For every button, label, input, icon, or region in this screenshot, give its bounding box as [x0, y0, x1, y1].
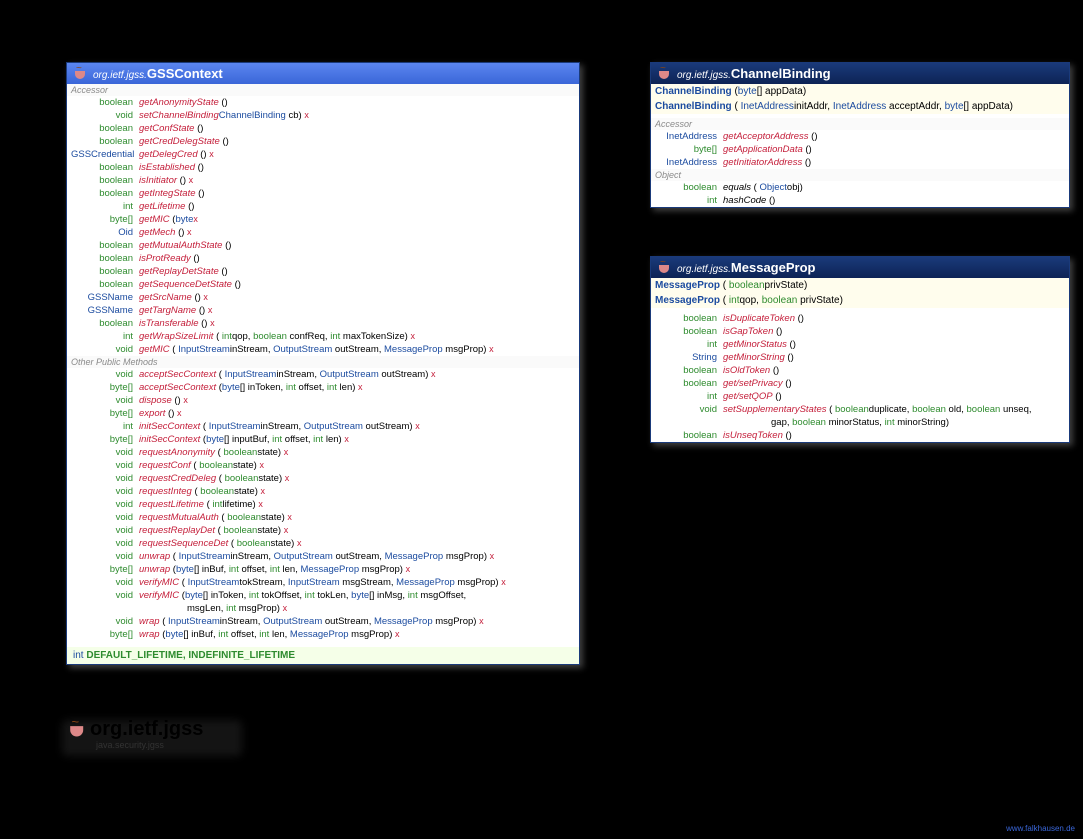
- method-row: voidverifyMIC ( InputStreamtokStream, In…: [67, 576, 579, 589]
- method-row: voidwrap ( InputStreaminStream, OutputSt…: [67, 615, 579, 628]
- method-row: intgetWrapSizeLimit ( intqop, boolean co…: [67, 330, 579, 343]
- pkg-label: org.ietf.jgss.: [677, 70, 731, 81]
- constructor-row: MessageProp ( intqop, boolean privState): [651, 293, 1069, 308]
- section-accessor: Accessor: [651, 118, 1069, 130]
- method-row: inthashCode (): [651, 194, 1069, 207]
- method-row: booleangetReplayDetState (): [67, 265, 579, 278]
- method-row: voidacceptSecContext ( InputStreaminStre…: [67, 368, 579, 381]
- method-row: booleanisDuplicateToken (): [651, 312, 1069, 325]
- method-row: booleanequals ( Objectobj): [651, 181, 1069, 194]
- constructor-row: ChannelBinding ( InetAddressinitAddr, In…: [651, 99, 1069, 114]
- method-row: byte[]initSecContext (byte[] inputBuf, i…: [67, 433, 579, 446]
- pkg-label: org.ietf.jgss.: [677, 264, 731, 275]
- method-row: booleangetSequenceDetState (): [67, 278, 579, 291]
- channelbinding-card: org.ietf.jgss.ChannelBinding ChannelBind…: [650, 62, 1070, 208]
- class-icon: [657, 67, 673, 81]
- class-label: MessageProp: [731, 260, 816, 275]
- method-row: intget/setQOP (): [651, 390, 1069, 403]
- method-row: voidrequestLifetime ( intlifetime) x: [67, 498, 579, 511]
- method-row: voidrequestAnonymity ( booleanstate) x: [67, 446, 579, 459]
- method-row: voidrequestReplayDet ( booleanstate) x: [67, 524, 579, 537]
- method-row: booleanget/setPrivacy (): [651, 377, 1069, 390]
- method-row: voidunwrap ( InputStreaminStream, Output…: [67, 550, 579, 563]
- method-row: booleangetAnonymityState (): [67, 96, 579, 109]
- gsscontext-card: org.ietf.jgss.GSSContext Accessor boolea…: [66, 62, 580, 665]
- method-row: GSSNamegetTargName () x: [67, 304, 579, 317]
- messageprop-header: org.ietf.jgss.MessageProp: [651, 257, 1069, 278]
- method-row: InetAddressgetAcceptorAddress (): [651, 130, 1069, 143]
- method-row: voidrequestMutualAuth ( booleanstate) x: [67, 511, 579, 524]
- method-row: booleanisTransferable () x: [67, 317, 579, 330]
- method-row: booleanisProtReady (): [67, 252, 579, 265]
- package-name: org.ietf.jgss: [90, 718, 203, 741]
- method-row: gap, boolean minorStatus, int minorStrin…: [651, 416, 1069, 429]
- package-title: org.ietf.jgss java.security.jgss: [70, 718, 203, 741]
- package-sub: java.security.jgss: [96, 740, 164, 750]
- constants: int DEFAULT_LIFETIME, INDEFINITE_LIFETIM…: [67, 647, 579, 664]
- method-row: byte[]getMIC (bytex: [67, 213, 579, 226]
- class-label: GSSContext: [147, 66, 223, 81]
- constructor-row: MessageProp ( booleanprivState): [651, 278, 1069, 293]
- method-row: voidrequestInteg ( booleanstate) x: [67, 485, 579, 498]
- method-row: byte[]getApplicationData (): [651, 143, 1069, 156]
- method-row: byte[]export () x: [67, 407, 579, 420]
- method-row: voidgetMIC ( InputStreaminStream, Output…: [67, 343, 579, 356]
- method-row: voidrequestConf ( booleanstate) x: [67, 459, 579, 472]
- method-row: booleanisEstablished (): [67, 161, 579, 174]
- method-row: voiddispose () x: [67, 394, 579, 407]
- method-row: voidrequestCredDeleg ( booleanstate) x: [67, 472, 579, 485]
- method-row: byte[]unwrap (byte[] inBuf, int offset, …: [67, 563, 579, 576]
- method-row: voidrequestSequenceDet ( booleanstate) x: [67, 537, 579, 550]
- method-row: GSSCredentialgetDelegCred () x: [67, 148, 579, 161]
- method-row: booleangetCredDelegState (): [67, 135, 579, 148]
- method-row: OidgetMech () x: [67, 226, 579, 239]
- method-row: intgetMinorStatus (): [651, 338, 1069, 351]
- method-row: GSSNamegetSrcName () x: [67, 291, 579, 304]
- section-other: Other Public Methods: [67, 356, 579, 368]
- method-row: booleanisInitiator () x: [67, 174, 579, 187]
- messageprop-card: org.ietf.jgss.MessageProp MessageProp ( …: [650, 256, 1070, 443]
- method-row: voidverifyMIC (byte[] inToken, int tokOf…: [67, 589, 579, 602]
- section-object: Object: [651, 169, 1069, 181]
- pkg-label: org.ietf.jgss.: [93, 70, 147, 81]
- gsscontext-header: org.ietf.jgss.GSSContext: [67, 63, 579, 84]
- package-icon: [68, 720, 89, 738]
- method-row: booleanisOldToken (): [651, 364, 1069, 377]
- method-row: intinitSecContext ( InputStreaminStream,…: [67, 420, 579, 433]
- method-row: booleangetIntegState (): [67, 187, 579, 200]
- section-accessor: Accessor: [67, 84, 579, 96]
- interface-icon: [73, 67, 89, 81]
- constructor-row: ChannelBinding (byte[] appData): [651, 84, 1069, 99]
- class-label: ChannelBinding: [731, 66, 831, 81]
- channelbinding-header: org.ietf.jgss.ChannelBinding: [651, 63, 1069, 84]
- method-row: voidsetSupplementaryStates ( booleandupl…: [651, 403, 1069, 416]
- class-icon: [657, 261, 673, 275]
- method-row: StringgetMinorString (): [651, 351, 1069, 364]
- method-row: booleangetConfState (): [67, 122, 579, 135]
- method-row: byte[]acceptSecContext (byte[] inToken, …: [67, 381, 579, 394]
- footer-link[interactable]: www.falkhausen.de: [1006, 824, 1075, 833]
- method-row: InetAddressgetInitiatorAddress (): [651, 156, 1069, 169]
- method-row: msgLen, int msgProp) x: [67, 602, 579, 615]
- method-row: booleanisUnseqToken (): [651, 429, 1069, 442]
- method-row: booleanisGapToken (): [651, 325, 1069, 338]
- method-row: voidsetChannelBindingChannelBinding cb) …: [67, 109, 579, 122]
- method-row: intgetLifetime (): [67, 200, 579, 213]
- method-row: booleangetMutualAuthState (): [67, 239, 579, 252]
- method-row: byte[]wrap (byte[] inBuf, int offset, in…: [67, 628, 579, 641]
